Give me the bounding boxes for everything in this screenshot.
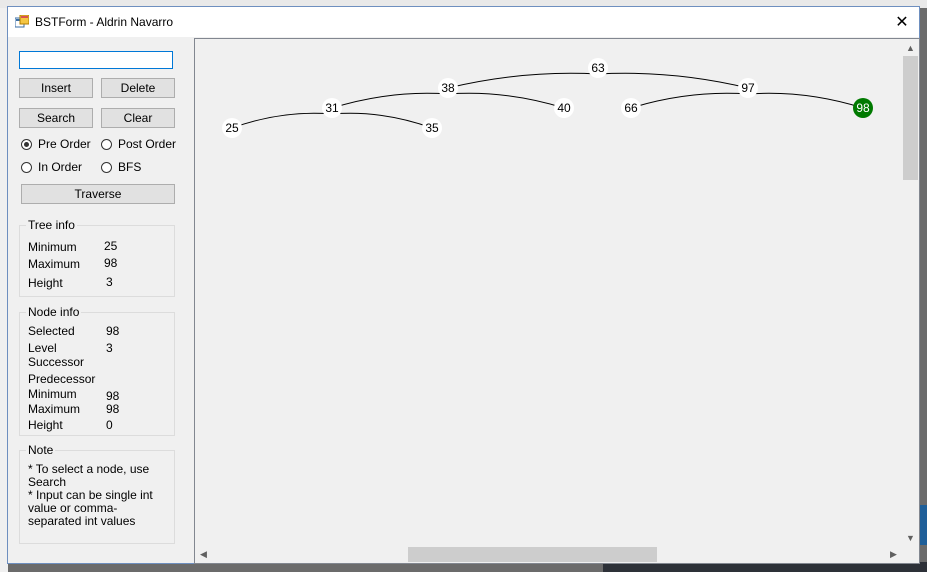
radio-bfs-label: BFS: [118, 160, 142, 174]
tree-node-label: 63: [591, 61, 605, 75]
bst-form-window: BSTForm - Aldrin Navarro ✕ Insert Delete…: [7, 6, 920, 564]
delete-button-label: Delete: [120, 81, 156, 95]
tree-node-38[interactable]: 38: [438, 78, 458, 98]
radio-pre-order[interactable]: Pre Order: [21, 137, 91, 151]
tree-node-label: 98: [856, 101, 870, 115]
radio-checked-indicator: [21, 138, 32, 150]
horizontal-scrollbar[interactable]: ◀ ▶: [195, 546, 902, 563]
note-line-input: * Input can be single int value or comma…: [28, 488, 153, 528]
radio-in-order-label: In Order: [38, 160, 83, 174]
tree-node-label: 97: [741, 81, 755, 95]
tree-node-35[interactable]: 35: [422, 118, 442, 138]
node-level-label: Level: [28, 341, 57, 355]
vertical-scroll-thumb[interactable]: [903, 56, 918, 180]
tree-diagram[interactable]: 63 38 97 31 40 66 98 25 35: [195, 39, 902, 546]
insert-button[interactable]: Insert: [19, 78, 93, 98]
background-accent-sliver: [920, 505, 927, 545]
note-group: Note * To select a node, use Search * In…: [19, 443, 175, 544]
node-selected-label: Selected: [28, 324, 75, 338]
tree-node-label: 35: [425, 121, 439, 135]
close-button[interactable]: ✕: [885, 7, 919, 37]
node-info-group: Node info Selected 98 Level 3 Successor …: [19, 305, 175, 436]
tree-node-label: 66: [624, 101, 638, 115]
tree-edge: [597, 72, 749, 89]
search-button-label: Search: [36, 111, 76, 125]
resize-grip-icon[interactable]: [902, 546, 919, 563]
tree-minimum-label: Minimum: [28, 240, 77, 254]
search-button[interactable]: Search: [19, 108, 93, 128]
scroll-up-icon[interactable]: ▲: [902, 39, 919, 56]
tree-edge: [747, 92, 864, 109]
radio-unchecked-indicator: [21, 161, 32, 173]
window-title: BSTForm - Aldrin Navarro: [35, 15, 174, 29]
traverse-button-label: Traverse: [74, 187, 122, 201]
tree-edge: [447, 92, 565, 109]
node-height-value: 0: [106, 418, 113, 432]
tree-node-25[interactable]: 25: [222, 118, 242, 138]
node-predecessor-label: Predecessor: [28, 372, 96, 386]
scroll-down-icon[interactable]: ▼: [902, 529, 919, 546]
clear-button[interactable]: Clear: [101, 108, 175, 128]
app-form-icon: [15, 15, 29, 28]
vertical-scrollbar[interactable]: ▲ ▼: [902, 39, 919, 546]
close-icon: ✕: [895, 14, 909, 31]
tree-node-label: 38: [441, 81, 455, 95]
clear-button-label: Clear: [123, 111, 153, 125]
tree-info-title: Tree info: [26, 218, 77, 232]
tree-edge: [331, 92, 449, 109]
tree-edge: [331, 112, 433, 129]
radio-unchecked-indicator: [101, 138, 112, 150]
tree-node-98[interactable]: 98: [853, 98, 873, 118]
radio-in-order[interactable]: In Order: [21, 160, 82, 174]
traverse-button[interactable]: Traverse: [21, 184, 175, 204]
node-level-value: 3: [106, 341, 113, 355]
radio-post-order-label: Post Order: [118, 137, 177, 151]
tree-height-label: Height: [28, 276, 63, 290]
node-info-title: Node info: [26, 305, 82, 319]
tree-node-63[interactable]: 63: [588, 58, 608, 78]
insert-button-label: Insert: [40, 81, 71, 95]
tree-edge: [231, 112, 333, 129]
horizontal-scroll-thumb[interactable]: [408, 547, 657, 562]
tree-node-97[interactable]: 97: [738, 78, 758, 98]
scroll-right-icon[interactable]: ▶: [885, 546, 902, 563]
radio-post-order[interactable]: Post Order: [101, 137, 176, 151]
note-title: Note: [26, 443, 56, 457]
note-line-select: * To select a node, use Search: [28, 462, 150, 489]
tree-info-group: Tree info Minimum 25 Maximum 98 Height 3: [19, 218, 175, 297]
tree-height-value: 3: [106, 275, 113, 289]
tree-node-66[interactable]: 66: [621, 98, 641, 118]
note-text: * To select a node, use Search * Input c…: [28, 463, 156, 528]
tree-node-label: 25: [225, 121, 239, 135]
scroll-left-icon[interactable]: ◀: [195, 546, 212, 563]
delete-button[interactable]: Delete: [101, 78, 175, 98]
tree-node-label: 31: [325, 101, 339, 115]
tree-maximum-value: 98: [104, 256, 118, 270]
tree-edge: [447, 72, 599, 89]
node-height-label: Height: [28, 418, 63, 432]
tree-node-31[interactable]: 31: [322, 98, 342, 118]
tree-edge: [630, 92, 749, 109]
radio-bfs[interactable]: BFS: [101, 160, 141, 174]
node-minimum-label: Minimum: [28, 387, 77, 401]
node-maximum-value: 98: [106, 402, 120, 416]
node-successor-label: Successor: [28, 355, 85, 369]
title-bar[interactable]: BSTForm - Aldrin Navarro ✕: [8, 7, 919, 37]
node-selected-value: 98: [106, 324, 120, 338]
tree-node-40[interactable]: 40: [554, 98, 574, 118]
radio-pre-order-label: Pre Order: [38, 137, 91, 151]
tree-minimum-value: 25: [104, 239, 118, 253]
node-maximum-label: Maximum: [28, 402, 81, 416]
radio-unchecked-indicator: [101, 161, 112, 173]
node-minimum-value: 98: [106, 389, 120, 403]
tree-maximum-label: Maximum: [28, 257, 81, 271]
tree-node-label: 40: [557, 101, 571, 115]
value-input[interactable]: [19, 51, 173, 69]
tree-canvas[interactable]: 63 38 97 31 40 66 98 25 35 ▲ ▼ ◀ ▶: [194, 38, 920, 564]
